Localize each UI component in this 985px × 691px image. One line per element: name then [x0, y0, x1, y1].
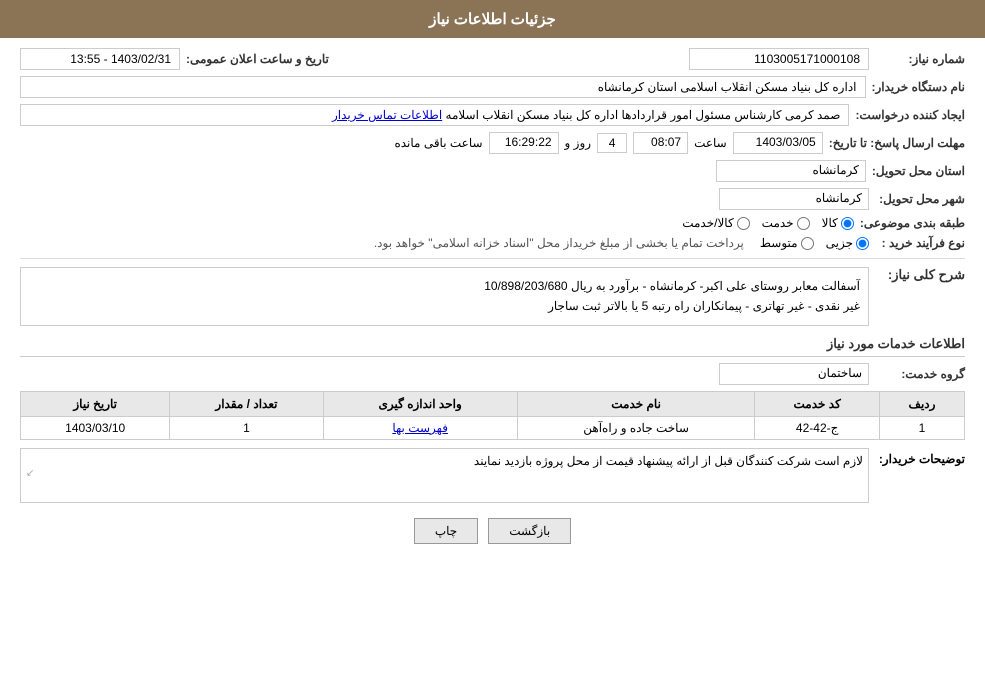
row-ostan: استان محل تحویل: کرمانشاه [20, 160, 965, 182]
time-value: 08:07 [633, 132, 688, 154]
noeFarayand-note: پرداخت تمام یا بخشی از مبلغ خریداز محل "… [374, 236, 744, 250]
sharh-label: شرح کلی نیاز: [875, 267, 965, 283]
tabaqe-radio-group: کالا/خدمت خدمت کالا [682, 216, 854, 230]
row-ejad: ایجاد کننده درخواست: صمد کرمی کارشناس مس… [20, 104, 965, 126]
print-button[interactable]: چاپ [414, 518, 478, 544]
shomareNiaz-value: 1103005171000108 [689, 48, 869, 70]
tabaqe-radio2-item: خدمت [762, 216, 810, 230]
content-area: شماره نیاز: 1103005171000108 تاریخ و ساع… [0, 38, 985, 569]
noeFarayand-radio2-label: متوسط [760, 236, 798, 250]
date-value: 1403/03/05 [733, 132, 823, 154]
tabaqe-radio2[interactable] [797, 217, 810, 230]
khadamat-section-title: اطلاعات خدمات مورد نیاز [20, 336, 965, 357]
header-title: جزئیات اطلاعات نیاز [429, 11, 556, 28]
col-vahed: واحد اندازه گیری [323, 391, 517, 416]
ejad-value: صمد کرمی کارشناس مسئول امور قراردادها اد… [20, 104, 849, 126]
mohlat-label: مهلت ارسال پاسخ: تا تاریخ: [829, 136, 965, 150]
tarikh-elan-label: تاریخ و ساعت اعلان عمومی: [186, 52, 329, 66]
noeFarayand-radio2-item: متوسط [760, 236, 814, 250]
tabaqe-radio2-label: خدمت [762, 216, 794, 230]
row-sharh: شرح کلی نیاز: آسفالت معابر روستای علی اک… [20, 267, 965, 326]
ostan-label: استان محل تحویل: [872, 164, 965, 178]
table-cell: 1 [170, 416, 323, 439]
row-mohlat: مهلت ارسال پاسخ: تا تاریخ: 1403/03/05 سا… [20, 132, 965, 154]
ostan-value: کرمانشاه [716, 160, 866, 182]
ejad-text: صمد کرمی کارشناس مسئول امور قراردادها اد… [446, 108, 841, 122]
ejad-link[interactable]: اطلاعات تماس خریدار [332, 108, 442, 122]
table-cell: ج-42-42 [755, 416, 880, 439]
page-header: جزئیات اطلاعات نیاز [0, 0, 985, 38]
tozihat-value: لازم است شرکت کنندگان قبل از ارائه پیشنه… [20, 448, 869, 503]
col-kod: کد خدمت [755, 391, 880, 416]
table-row: 1ج-42-42ساخت جاده و راه‌آهنفهرست بها1140… [21, 416, 965, 439]
noeFarayand-radio1-item: جزیی [826, 236, 869, 250]
sharh-text: آسفالت معابر روستای علی اکبر- کرمانشاه -… [29, 276, 860, 317]
col-tarikh: تاریخ نیاز [21, 391, 170, 416]
tabaqe-label: طبقه بندی موضوعی: [860, 216, 965, 230]
row-namDastgah: نام دستگاه خریدار: اداره کل بنیاد مسکن ا… [20, 76, 965, 98]
tozihat-resize-icon: ↙ [26, 468, 34, 479]
noeFarayand-radio1[interactable] [856, 237, 869, 250]
tozihat-label: توضیحات خریدار: [875, 448, 965, 466]
noeFarayand-label: نوع فرآیند خرید : [875, 236, 965, 250]
col-radif: ردیف [879, 391, 964, 416]
tabaqe-radio1[interactable] [841, 217, 854, 230]
noeFarayand-radio2[interactable] [801, 237, 814, 250]
namDastgah-value: اداره کل بنیاد مسکن انقلاب اسلامی استان … [20, 76, 866, 98]
grohe-label: گروه خدمت: [875, 367, 965, 381]
services-table: ردیف کد خدمت نام خدمت واحد اندازه گیری ت… [20, 391, 965, 440]
shahr-value: کرمانشاه [719, 188, 869, 210]
sharh-value: آسفالت معابر روستای علی اکبر- کرمانشاه -… [20, 267, 869, 326]
tabaqe-radio1-item: کالا [822, 216, 854, 230]
tabaqe-radio3[interactable] [737, 217, 750, 230]
countdown-label: ساعت باقی مانده [394, 136, 482, 150]
row-tabaqe: طبقه بندی موضوعی: کالا/خدمت خدمت کالا [20, 216, 965, 230]
tarikh-elan-value: 1403/02/31 - 13:55 [20, 48, 180, 70]
page-wrapper: جزئیات اطلاعات نیاز شماره نیاز: 11030051… [0, 0, 985, 691]
row-shahr: شهر محل تحویل: کرمانشاه [20, 188, 965, 210]
ejad-label: ایجاد کننده درخواست: [855, 108, 965, 122]
noeFarayand-radio-group: متوسط جزیی [760, 236, 869, 250]
days-value: 4 [597, 133, 627, 153]
table-cell: فهرست بها [323, 416, 517, 439]
noeFarayand-radio1-label: جزیی [826, 236, 853, 250]
vahed-link[interactable]: فهرست بها [392, 421, 448, 435]
namDastgah-label: نام دستگاه خریدار: [872, 80, 966, 94]
tabaqe-radio3-item: کالا/خدمت [682, 216, 749, 230]
table-cell: ساخت جاده و راه‌آهن [517, 416, 755, 439]
time-label: ساعت [694, 136, 727, 150]
col-name: نام خدمت [517, 391, 755, 416]
row-grohe: گروه خدمت: ساختمان [20, 363, 965, 385]
shomareNiaz-label: شماره نیاز: [875, 52, 965, 66]
countdown-value: 16:29:22 [489, 132, 559, 154]
table-cell: 1403/03/10 [21, 416, 170, 439]
tozihat-text: لازم است شرکت کنندگان قبل از ارائه پیشنه… [474, 454, 863, 468]
buttons-row: بازگشت چاپ [20, 518, 965, 544]
grohe-value: ساختمان [719, 363, 869, 385]
shahr-label: شهر محل تحویل: [875, 192, 965, 206]
tabaqe-radio1-label: کالا [822, 216, 838, 230]
row-shomareNiaz: شماره نیاز: 1103005171000108 تاریخ و ساع… [20, 48, 965, 70]
row-tozihat: توضیحات خریدار: لازم است شرکت کنندگان قب… [20, 448, 965, 503]
tabaqe-radio3-label: کالا/خدمت [682, 216, 733, 230]
back-button[interactable]: بازگشت [488, 518, 571, 544]
row-noeFarayand: نوع فرآیند خرید : متوسط جزیی پرداخت تمام… [20, 236, 965, 250]
days-label: روز و [565, 136, 592, 150]
table-cell: 1 [879, 416, 964, 439]
col-tedad: تعداد / مقدار [170, 391, 323, 416]
